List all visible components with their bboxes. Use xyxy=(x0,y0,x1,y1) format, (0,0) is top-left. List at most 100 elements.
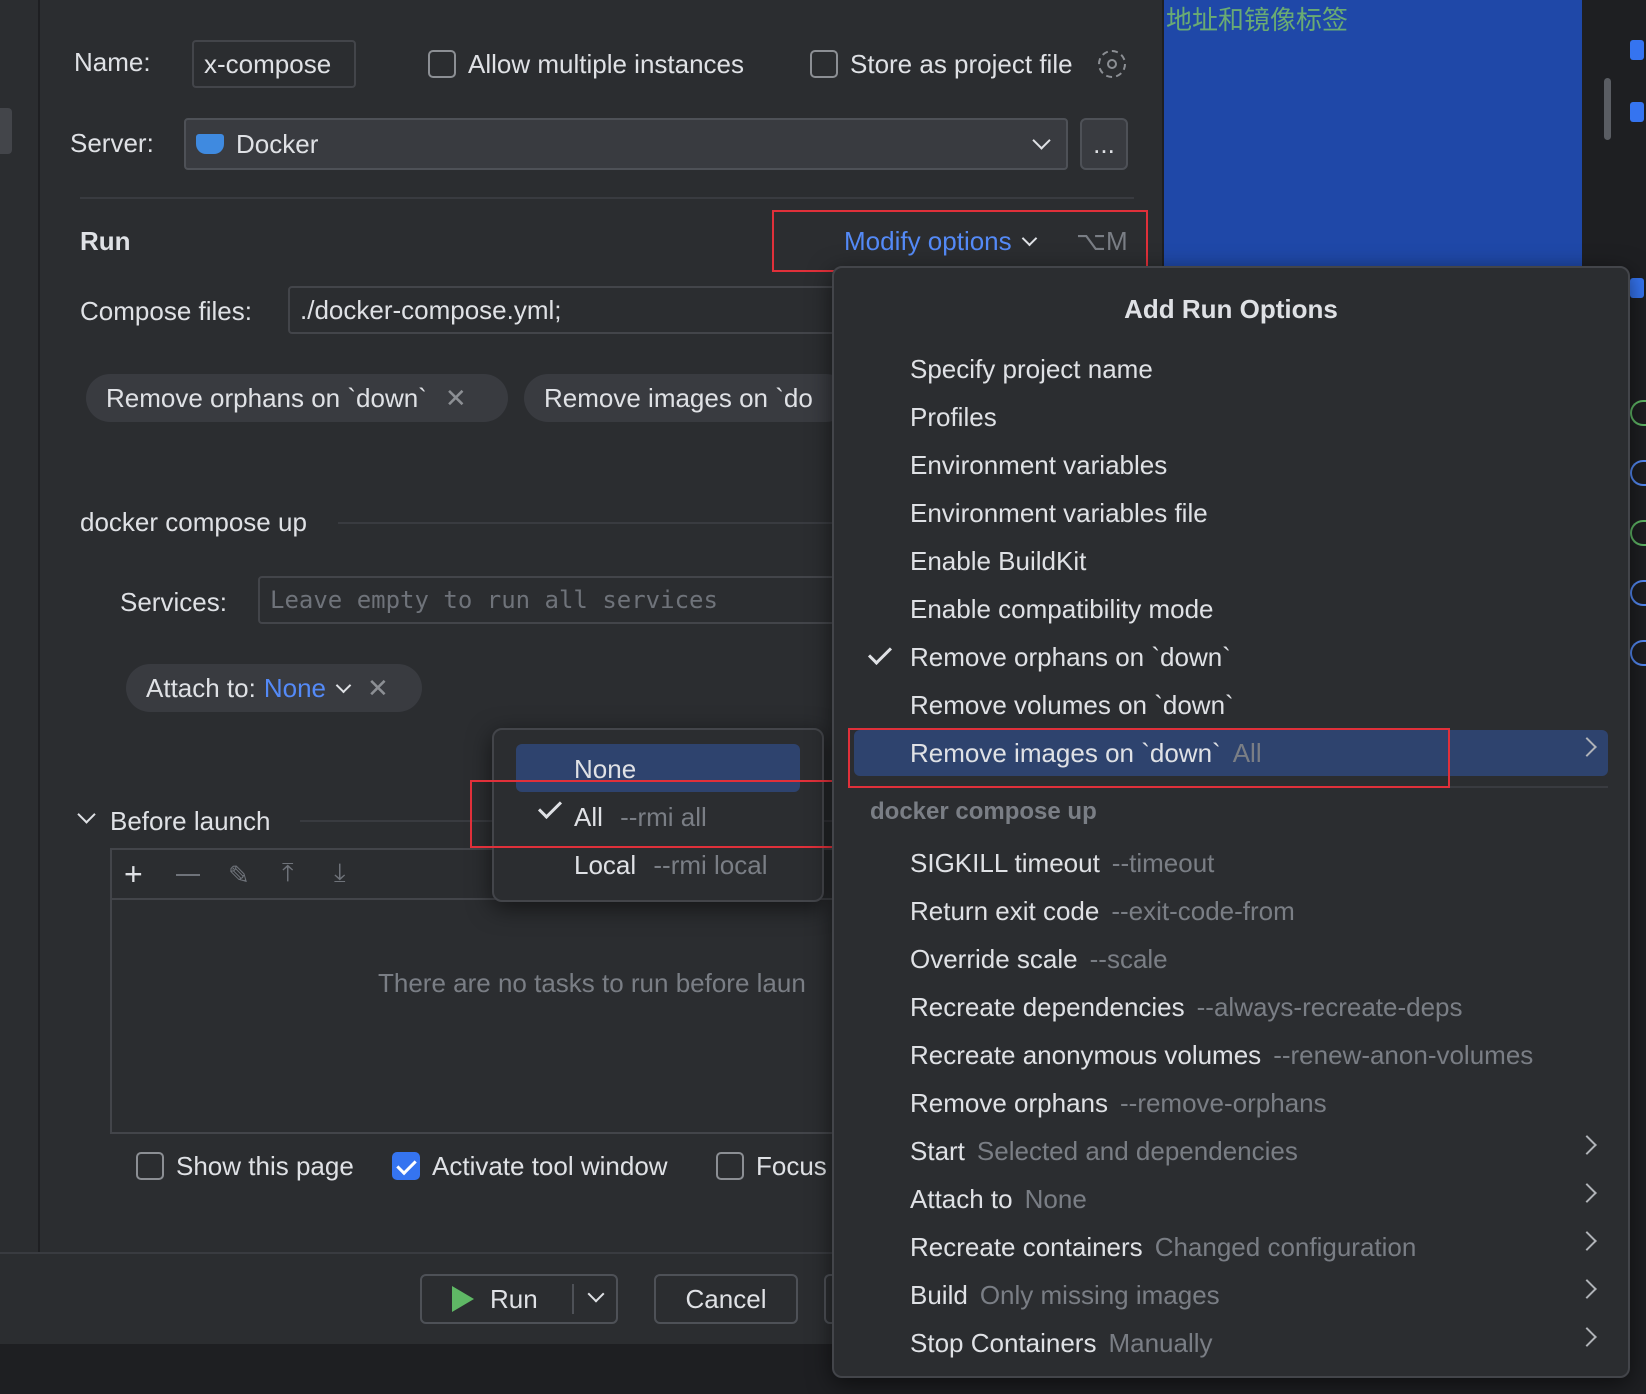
focus-checkbox[interactable] xyxy=(716,1152,744,1180)
add-icon[interactable]: + xyxy=(124,858,143,890)
menu-item-label: Specify project name xyxy=(910,353,1153,384)
modify-options-link[interactable]: Modify options xyxy=(844,226,1037,257)
menu-item-label: Recreate anonymous volumes xyxy=(910,1039,1262,1070)
menu-item-hint: None xyxy=(1024,1183,1087,1214)
left-panel-tab[interactable] xyxy=(0,108,12,154)
attach-option-local-hint: --rmi local xyxy=(653,850,768,880)
menu-item-enable-buildkit[interactable]: Enable BuildKit xyxy=(854,538,1608,584)
chevron-down-icon xyxy=(1032,131,1051,150)
menu-item-hint: --always-recreate-deps xyxy=(1196,991,1463,1022)
attach-to-value[interactable]: None xyxy=(264,673,326,704)
chip-remove-orphans[interactable]: Remove orphans on `down` ✕ xyxy=(86,374,508,422)
activate-tool-label[interactable]: Activate tool window xyxy=(432,1151,668,1182)
menu-item-remove-orphans-down[interactable]: Remove orphans on `down` xyxy=(854,634,1608,680)
menu-item-specify-project-name[interactable]: Specify project name xyxy=(854,346,1608,392)
menu-item-remove-images-down[interactable]: Remove images on `down` All xyxy=(854,730,1608,776)
name-input[interactable]: x-compose xyxy=(192,40,356,88)
compose-up-section-title: docker compose up xyxy=(80,507,307,537)
menu-item-remove-volumes-down[interactable]: Remove volumes on `down` xyxy=(854,682,1608,728)
cancel-button[interactable]: Cancel xyxy=(654,1274,798,1324)
menu-item-label: Environment variables file xyxy=(910,497,1208,528)
run-section-title: Run xyxy=(80,226,131,256)
menu-separator xyxy=(854,786,1608,788)
gutter-docker-icon xyxy=(1630,102,1644,122)
menu-item-stop-containers[interactable]: Stop Containers Manually xyxy=(854,1320,1608,1366)
editor-scrollbar[interactable] xyxy=(1604,78,1611,140)
menu-item-hint: --scale xyxy=(1089,943,1168,974)
attach-option-all-hint: --rmi all xyxy=(620,802,707,832)
services-input[interactable]: Leave empty to run all services xyxy=(258,576,848,624)
store-project-checkbox[interactable] xyxy=(810,50,838,78)
more-button[interactable]: ... xyxy=(1080,118,1128,170)
show-page-checkbox[interactable] xyxy=(136,1152,164,1180)
server-label: Server: xyxy=(70,128,154,158)
compose-files-input[interactable]: ./docker-compose.yml; xyxy=(288,286,848,334)
attach-option-none[interactable] xyxy=(516,744,800,792)
before-launch-title[interactable]: Before launch xyxy=(110,806,270,837)
chevron-down-icon[interactable] xyxy=(587,1285,605,1303)
no-tasks-text: There are no tasks to run before laun xyxy=(378,968,806,998)
menu-item-recreate-containers[interactable]: Recreate containers Changed configuration xyxy=(854,1224,1608,1270)
menu-item-label: Remove orphans on `down` xyxy=(910,641,1231,672)
allow-multiple-checkbox[interactable] xyxy=(428,50,456,78)
menu-item-label: Profiles xyxy=(910,401,997,432)
menu-item-override-scale[interactable]: Override scale --scale xyxy=(854,936,1608,982)
menu-item-label: Stop Containers xyxy=(910,1327,1097,1358)
menu-item-remove-orphans[interactable]: Remove orphans --remove-orphans xyxy=(854,1080,1608,1126)
menu-item-hint: Only missing images xyxy=(979,1279,1220,1310)
attach-option-all[interactable]: All --rmi all xyxy=(574,802,707,833)
menu-item-hint: --timeout xyxy=(1111,847,1215,878)
menu-item-label: Remove volumes on `down` xyxy=(910,689,1234,720)
chip-remove-orphans-label: Remove orphans on `down` xyxy=(106,382,427,413)
name-input-value: x-compose xyxy=(204,48,332,79)
menu-group-label: docker compose up xyxy=(870,798,1097,825)
run-button[interactable]: Run xyxy=(420,1274,618,1324)
divider xyxy=(80,197,1134,199)
menu-item-recreate-anonymous-volumes[interactable]: Recreate anonymous volumes --renew-anon-v… xyxy=(854,1032,1608,1078)
run-split-divider xyxy=(572,1284,574,1314)
gear-icon-center xyxy=(1107,59,1117,69)
attach-to-label: Attach to: xyxy=(146,672,256,703)
allow-multiple-label[interactable]: Allow multiple instances xyxy=(468,49,744,80)
close-icon[interactable]: ✕ xyxy=(367,673,389,704)
modify-shortcut: ⌥M xyxy=(1076,226,1128,256)
menu-item-attach-to[interactable]: Attach to None xyxy=(854,1176,1608,1222)
menu-item-label: Environment variables xyxy=(910,449,1168,480)
menu-item-profiles[interactable]: Profiles xyxy=(854,394,1608,440)
server-select[interactable]: Docker xyxy=(184,118,1068,170)
attach-option-none-label: None xyxy=(574,754,637,784)
show-page-label[interactable]: Show this page xyxy=(176,1151,354,1182)
menu-item-environment-variables-file[interactable]: Environment variables file xyxy=(854,490,1608,536)
activate-tool-checkbox[interactable] xyxy=(392,1152,420,1180)
menu-item-enable-compatibility-mode[interactable]: Enable compatibility mode xyxy=(854,586,1608,632)
menu-item-build[interactable]: Build Only missing images xyxy=(854,1272,1608,1318)
chip-attach-to[interactable]: Attach to: None ✕ xyxy=(126,664,422,712)
attach-to-dropdown: None All --rmi all Local --rmi local xyxy=(492,728,824,902)
attach-option-local[interactable]: Local --rmi local xyxy=(574,850,768,881)
editor-blue-selection xyxy=(1164,0,1582,266)
menu-item-environment-variables[interactable]: Environment variables xyxy=(854,442,1608,488)
chip-remove-images[interactable]: Remove images on `do xyxy=(524,374,850,422)
menu-item-label: Remove orphans xyxy=(910,1087,1108,1118)
docker-icon xyxy=(196,134,224,154)
menu-item-label: Recreate containers xyxy=(910,1231,1143,1262)
menu-item-return-exit-code[interactable]: Return exit code --exit-code-from xyxy=(854,888,1608,934)
modify-options-label: Modify options xyxy=(844,226,1012,256)
divider xyxy=(338,522,848,524)
menu-item-start[interactable]: Start Selected and dependencies xyxy=(854,1128,1608,1174)
menu-item-recreate-dependencies[interactable]: Recreate dependencies --always-recreate-d… xyxy=(854,984,1608,1030)
close-icon[interactable]: ✕ xyxy=(445,383,467,414)
menu-item-hint: All xyxy=(1232,737,1262,768)
menu-item-label: Enable BuildKit xyxy=(910,545,1087,576)
focus-label[interactable]: Focus xyxy=(756,1151,827,1182)
gutter-docker-icon xyxy=(1630,40,1644,60)
store-project-label[interactable]: Store as project file xyxy=(850,49,1073,80)
services-label: Services: xyxy=(120,587,227,617)
menu-item-sigkill-timeout[interactable]: SIGKILL timeout --timeout xyxy=(854,840,1608,886)
menu-item-label: Attach to xyxy=(910,1183,1013,1214)
chevron-down-icon xyxy=(1021,230,1037,247)
attach-option-local-label: Local xyxy=(574,850,637,880)
name-label: Name: xyxy=(74,47,151,77)
run-button-label: Run xyxy=(490,1283,538,1314)
menu-item-hint: Selected and dependencies xyxy=(976,1135,1298,1166)
